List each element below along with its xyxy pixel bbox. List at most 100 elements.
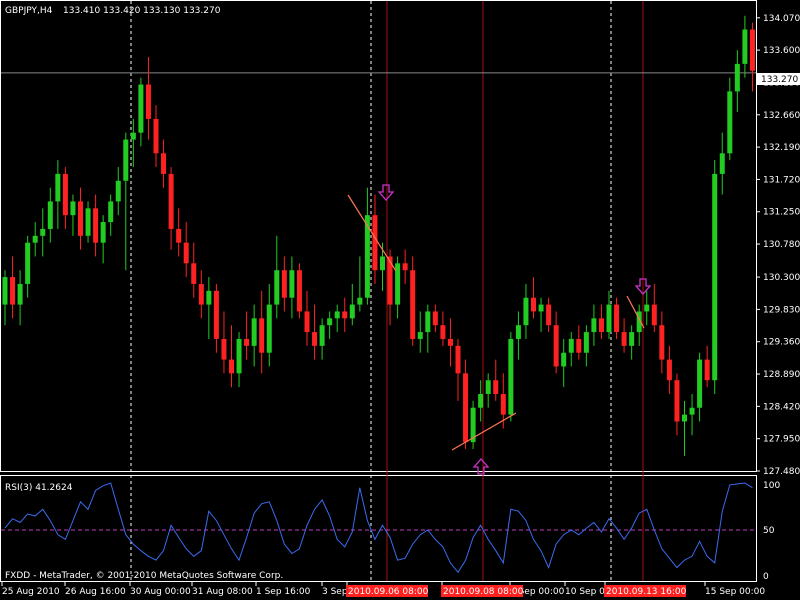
bull-candle — [719, 153, 725, 174]
bull-candle — [515, 325, 521, 339]
bull-candle — [689, 407, 695, 415]
bear-candle — [531, 297, 536, 312]
price-tick-label: 128.890 — [763, 370, 800, 380]
bear-candle — [432, 311, 438, 326]
price-tick-label: 128.420 — [763, 402, 800, 412]
bull-candle — [395, 263, 401, 305]
rsi-tick-100: 100 — [763, 481, 780, 491]
bear-candle — [455, 345, 461, 374]
bear-candle — [621, 332, 627, 346]
bull-candle — [425, 311, 431, 333]
ohlc-label: 133.410 133.420 133.130 133.270 — [63, 6, 221, 16]
bull-candle — [319, 325, 325, 346]
bear-candle — [161, 153, 167, 174]
bull-candle — [349, 304, 355, 319]
bear-candle — [576, 338, 582, 353]
price-tick-label: 130.300 — [763, 273, 800, 283]
bear-candle — [213, 290, 219, 339]
bear-candle — [62, 173, 68, 216]
time-axis: 25 Aug 2010 26 Aug 16:00 30 Aug 00:00 31 Au… — [1, 582, 765, 597]
bear-candle — [198, 283, 204, 305]
bull-candle — [55, 173, 61, 202]
bear-candle — [651, 304, 657, 326]
bull-candle — [523, 297, 529, 326]
bull-candle — [40, 228, 46, 236]
bull-candle — [417, 332, 423, 339]
copyright-text: FXDD - MetaTrader, © 2001-2010 MetaQuote… — [5, 571, 283, 581]
price-tick-label: 134.070 — [763, 14, 800, 24]
bull-candle — [2, 277, 8, 305]
bull-candle — [108, 201, 114, 223]
bull-candle — [682, 414, 687, 422]
bull-candle — [478, 393, 484, 408]
bear-candle — [372, 215, 378, 271]
bull-candle — [712, 173, 718, 381]
bear-candle — [749, 29, 755, 71]
bull-candle — [538, 304, 544, 312]
bear-candle — [447, 338, 453, 346]
symbol-label: GBPJPY,H4 — [5, 6, 53, 16]
bear-candle — [402, 263, 408, 271]
highlighted-date-label: 2010.09.13 16:00 — [606, 587, 687, 597]
bear-candle — [440, 325, 446, 339]
bull-candle — [727, 91, 733, 154]
price-tick-label: 127.950 — [763, 435, 800, 445]
bull-candle — [606, 304, 612, 333]
bear-candle — [191, 263, 197, 284]
bear-candle — [281, 270, 287, 298]
bull-candle — [327, 318, 333, 326]
bull-candle — [274, 270, 280, 305]
bull-candle — [130, 132, 136, 140]
bull-candle — [115, 180, 121, 202]
bull-candle — [697, 359, 703, 408]
down-arrow-icon — [377, 184, 395, 201]
time-tick-label: 26 Aug 16:00 — [65, 587, 126, 597]
price-tick-label: 129.360 — [763, 338, 800, 348]
bear-candle — [500, 393, 506, 415]
bull-candle — [357, 297, 363, 305]
bull-candle — [591, 318, 597, 333]
trendline-1 — [347, 194, 397, 272]
bear-candle — [145, 84, 151, 119]
bear-candle — [296, 270, 302, 312]
candles — [2, 15, 755, 456]
bear-candle — [553, 325, 559, 367]
bear-candle — [666, 359, 672, 381]
bull-candle — [123, 139, 129, 181]
bear-candle — [244, 338, 250, 346]
bear-candle — [312, 332, 318, 346]
bear-candle — [221, 338, 227, 360]
highlighted-date-label: 2010.09.06 08:00 — [348, 587, 429, 597]
bear-candle — [546, 304, 552, 326]
bear-candle — [93, 208, 99, 243]
time-tick-label: 25 Aug 2010 — [2, 587, 60, 597]
bull-candle — [25, 242, 31, 284]
bull-candle — [380, 256, 385, 271]
price-tick-label: 133.600 — [763, 46, 800, 56]
bear-candle — [493, 380, 499, 394]
bull-candle — [70, 201, 76, 216]
bear-candle — [410, 270, 416, 339]
bull-candle — [508, 338, 514, 415]
bear-candle — [259, 318, 265, 353]
bear-candle — [614, 304, 620, 333]
price-tick-label: 127.480 — [763, 467, 800, 477]
candlestick-chart: 134.070133.600133.130132.660132.190131.7… — [0, 0, 800, 597]
price-tick-label: 131.720 — [763, 175, 800, 185]
price-tick-label: 132.660 — [763, 111, 800, 121]
bear-candle — [10, 277, 16, 305]
rsi-line — [4, 482, 753, 574]
bear-candle — [183, 242, 189, 264]
bull-candle — [289, 270, 295, 298]
bear-candle — [304, 311, 310, 333]
bull-candle — [32, 235, 38, 243]
bear-candle — [78, 201, 83, 236]
bull-candle — [334, 311, 340, 319]
bull-candle — [629, 332, 635, 346]
bull-candle — [47, 201, 53, 229]
bull-candle — [236, 338, 242, 374]
bull-candle — [485, 380, 491, 394]
bear-candle — [342, 311, 348, 319]
bear-candle — [176, 228, 182, 243]
bear-candle — [659, 325, 665, 360]
